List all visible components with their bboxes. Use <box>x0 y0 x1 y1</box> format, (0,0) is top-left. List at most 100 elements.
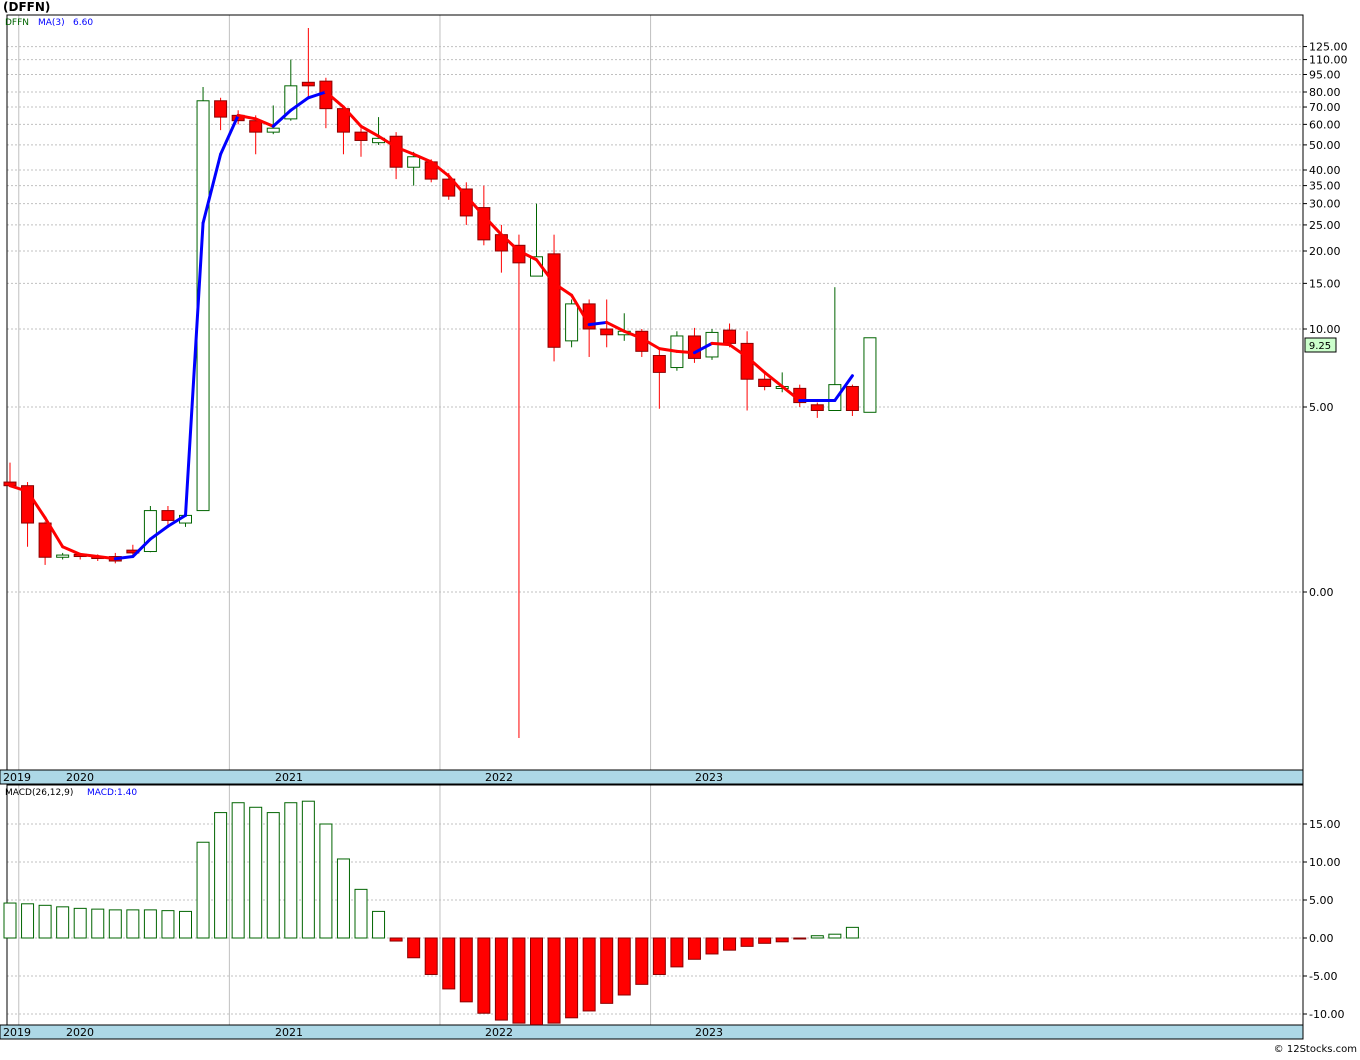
macd-bar <box>687 937 701 960</box>
macd-tick-label: 0.00 <box>1309 932 1334 945</box>
frame-layer <box>0 14 1304 1040</box>
price-tick-label: 125.00 <box>1309 41 1348 54</box>
lower-legend-label: MACD(26,12,9) <box>5 788 73 798</box>
chart-title: (DFFN) <box>3 0 50 14</box>
candle-body <box>810 404 824 412</box>
macd-bar <box>635 937 649 985</box>
price-tick-label: 25.00 <box>1309 219 1341 232</box>
ma-line-segment <box>675 349 696 355</box>
candle-body <box>687 335 701 359</box>
macd-date-label: 2022 <box>485 1026 513 1039</box>
macd-tick-label: 10.00 <box>1309 856 1341 869</box>
macd-bar <box>582 937 596 1012</box>
candle-body <box>389 135 403 168</box>
macd-bar <box>73 907 87 939</box>
macd-bar <box>512 937 526 1024</box>
macd-bar <box>179 910 192 939</box>
upper-legend-ma-label: MA(3) <box>38 18 65 28</box>
macd-bar <box>775 937 789 943</box>
candle-body <box>723 329 737 344</box>
price-tick-label: 60.00 <box>1309 118 1341 131</box>
price-date-label: 2019 <box>3 771 31 784</box>
upper-legend-symbol: DFFN <box>5 18 29 28</box>
candle-body <box>758 378 772 387</box>
macd-bar <box>600 937 614 1004</box>
candle-body <box>863 337 877 413</box>
macd-bar <box>249 806 263 939</box>
candle-body <box>845 385 859 412</box>
macd-bar <box>372 910 386 939</box>
macd-bar <box>389 937 403 942</box>
macd-bar <box>38 904 52 939</box>
ma-line-segment <box>587 320 609 327</box>
price-tick-label: 5.00 <box>1309 401 1334 414</box>
price-tick-label: 110.00 <box>1309 54 1348 67</box>
candle-body <box>565 303 579 342</box>
macd-bar <box>793 937 807 940</box>
macd-date-axis-band <box>0 1024 1304 1040</box>
macd-date-label: 2019 <box>3 1026 31 1039</box>
stock-chart: 125.00 110.00 95.00 80.00 70.00 60.00 50.00 40.… <box>0 0 1360 1056</box>
macd-bar <box>459 937 473 1003</box>
macd-date-label: 2023 <box>695 1026 723 1039</box>
macd-bar <box>723 937 737 951</box>
macd-tick-label: 15.00 <box>1309 818 1341 831</box>
macd-bar <box>301 800 315 939</box>
macd-bar <box>424 937 438 975</box>
macd-date-label: 2021 <box>275 1026 303 1039</box>
macd-bar <box>530 937 543 1026</box>
candle-body <box>547 253 561 348</box>
macd-bar <box>91 908 105 939</box>
ma-line-segment <box>710 341 732 347</box>
candle-body <box>56 554 70 558</box>
price-date-label: 2020 <box>66 771 94 784</box>
price-tick-label: 95.00 <box>1309 69 1341 82</box>
macd-bar <box>442 937 456 990</box>
price-tick-label: 50.00 <box>1309 139 1341 152</box>
price-date-label: 2022 <box>485 771 513 784</box>
macd-bar <box>161 910 175 939</box>
macd-bar <box>477 937 491 1014</box>
chart-svg: 125.00110.00 95.00 80.00 70.00 60.00 50.00 40.… <box>0 0 1357 1055</box>
macd-bar <box>21 903 35 939</box>
candle-body <box>354 131 368 141</box>
macd-bar <box>319 823 333 939</box>
macd-bar <box>56 906 70 939</box>
macd-date-label: 2020 <box>66 1026 94 1039</box>
macd-bar <box>108 909 122 939</box>
macd-bar <box>126 909 140 939</box>
candle-body <box>301 81 315 87</box>
candle-body <box>652 355 666 373</box>
price-date-label: 2021 <box>275 771 303 784</box>
ma-line-segment <box>61 545 82 556</box>
candle-body <box>407 156 421 168</box>
price-tick-label: 40.00 <box>1309 164 1341 177</box>
last-price-label: 9.25 <box>1309 341 1331 352</box>
macd-bar <box>231 802 245 939</box>
price-date-label: 2023 <box>695 771 723 784</box>
price-tick-label: 15.00 <box>1309 277 1341 290</box>
macd-bar <box>407 937 421 959</box>
candle-body <box>143 510 157 553</box>
macd-tick-label: -10.00 <box>1309 1008 1344 1021</box>
price-date-axis-band <box>0 769 1304 785</box>
macd-bar <box>143 909 157 939</box>
macd-bar <box>670 937 684 968</box>
candle-body <box>161 510 175 521</box>
macd-bar <box>266 812 280 939</box>
macd-bar <box>810 935 824 939</box>
macd-bar <box>336 858 350 939</box>
price-tick-label: 80.00 <box>1309 86 1341 99</box>
candle-body <box>38 522 52 558</box>
candle-body <box>249 120 263 133</box>
macd-bar <box>617 937 631 996</box>
macd-bar <box>758 937 772 944</box>
upper-legend-ma-value: 6.60 <box>73 18 93 28</box>
macd-bar <box>494 937 508 1021</box>
macd-bar <box>828 933 842 939</box>
macd-bar <box>652 937 666 975</box>
lower-legend-value: MACD:1.40 <box>87 788 137 798</box>
macd-tick-label: 5.00 <box>1309 894 1334 907</box>
macd-bar <box>705 937 719 955</box>
macd-tick-label: -5.00 <box>1309 970 1337 983</box>
